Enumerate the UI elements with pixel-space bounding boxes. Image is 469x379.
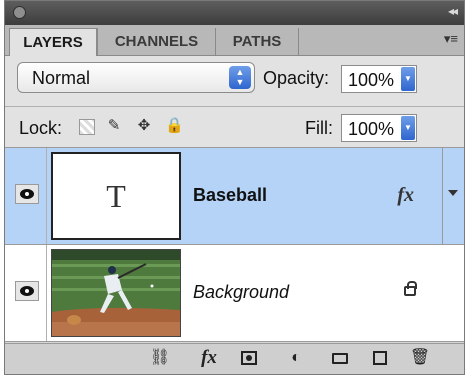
layer-effects-fx-icon[interactable]: fx <box>397 184 414 207</box>
expand-effects-triangle-icon[interactable] <box>448 190 458 196</box>
eye-icon <box>20 189 34 199</box>
link-layers-icon[interactable]: ⛓ <box>148 349 172 367</box>
layers-list: T Baseball fx Background <box>5 148 464 342</box>
panel-menu-icon[interactable]: ▾≡ <box>444 31 458 47</box>
panel-tabs: LAYERS CHANNELS PATHS ▾≡ <box>5 25 464 56</box>
lock-image-pixels-brush-icon[interactable]: ✎ <box>105 117 123 135</box>
fill-dropdown-icon[interactable]: ▼ <box>401 116 415 140</box>
blend-options-row: Normal ▲ ▼ Opacity: 100% ▼ <box>5 56 464 107</box>
lock-position-move-icon[interactable]: ✥ <box>135 117 153 135</box>
tab-layers[interactable]: LAYERS <box>9 28 97 56</box>
new-group-folder-icon[interactable] <box>329 349 351 367</box>
opacity-field[interactable]: 100% ▼ <box>341 65 417 93</box>
panel-bottom-toolbar: ⛓ fx ◐ 🗑 <box>5 343 464 374</box>
lock-all-icon[interactable]: 🔒 <box>165 117 184 135</box>
opacity-value: 100% <box>348 70 395 90</box>
visibility-toggle[interactable] <box>15 184 39 204</box>
tab-channels[interactable]: CHANNELS <box>97 28 215 55</box>
lock-label: Lock: <box>19 118 63 138</box>
baseball-photo-image <box>52 250 180 336</box>
new-layer-icon[interactable] <box>369 349 391 367</box>
divider <box>46 245 47 341</box>
layer-row-background[interactable]: Background <box>5 245 464 342</box>
eye-icon <box>20 286 34 296</box>
row-expand-gutter <box>442 148 464 244</box>
lock-transparent-pixels-icon[interactable] <box>79 119 95 135</box>
opacity-dropdown-icon[interactable]: ▼ <box>401 67 415 91</box>
new-fill-adjustment-layer-icon[interactable]: ◐ <box>285 349 307 367</box>
add-layer-style-fx-icon[interactable]: fx <box>195 348 223 367</box>
panel-titlebar: ◂◂ <box>5 1 464 25</box>
blend-mode-value: Normal <box>32 68 91 88</box>
opacity-label: Opacity: <box>263 68 330 88</box>
fill-value: 100% <box>348 119 395 139</box>
divider <box>46 148 47 244</box>
lock-fill-row: Lock: ✎ ✥ 🔒 Fill: 100% ▼ <box>5 107 464 148</box>
text-layer-thumbnail[interactable]: T <box>51 152 181 240</box>
background-layer-thumbnail[interactable] <box>51 249 181 337</box>
layer-name-baseball[interactable]: Baseball <box>193 185 267 206</box>
fill-label: Fill: <box>305 118 333 138</box>
visibility-toggle[interactable] <box>15 281 39 301</box>
trash-delete-layer-icon[interactable]: 🗑 <box>409 349 431 367</box>
add-layer-mask-icon[interactable] <box>239 349 259 367</box>
layer-name-background[interactable]: Background <box>193 282 289 303</box>
fill-field[interactable]: 100% ▼ <box>341 114 417 142</box>
layer-locked-lock-icon <box>404 281 417 296</box>
tab-paths[interactable]: PATHS <box>215 28 299 55</box>
blend-mode-select[interactable]: Normal ▲ ▼ <box>17 62 255 93</box>
layer-row-baseball[interactable]: T Baseball fx <box>5 148 464 245</box>
close-icon[interactable] <box>13 6 26 19</box>
updown-arrows-icon: ▲ ▼ <box>229 66 251 89</box>
collapse-panel-icon[interactable]: ◂◂ <box>448 4 458 18</box>
text-type-icon: T <box>106 178 126 214</box>
layers-panel: ◂◂ LAYERS CHANNELS PATHS ▾≡ Normal ▲ ▼ Op… <box>4 0 465 375</box>
